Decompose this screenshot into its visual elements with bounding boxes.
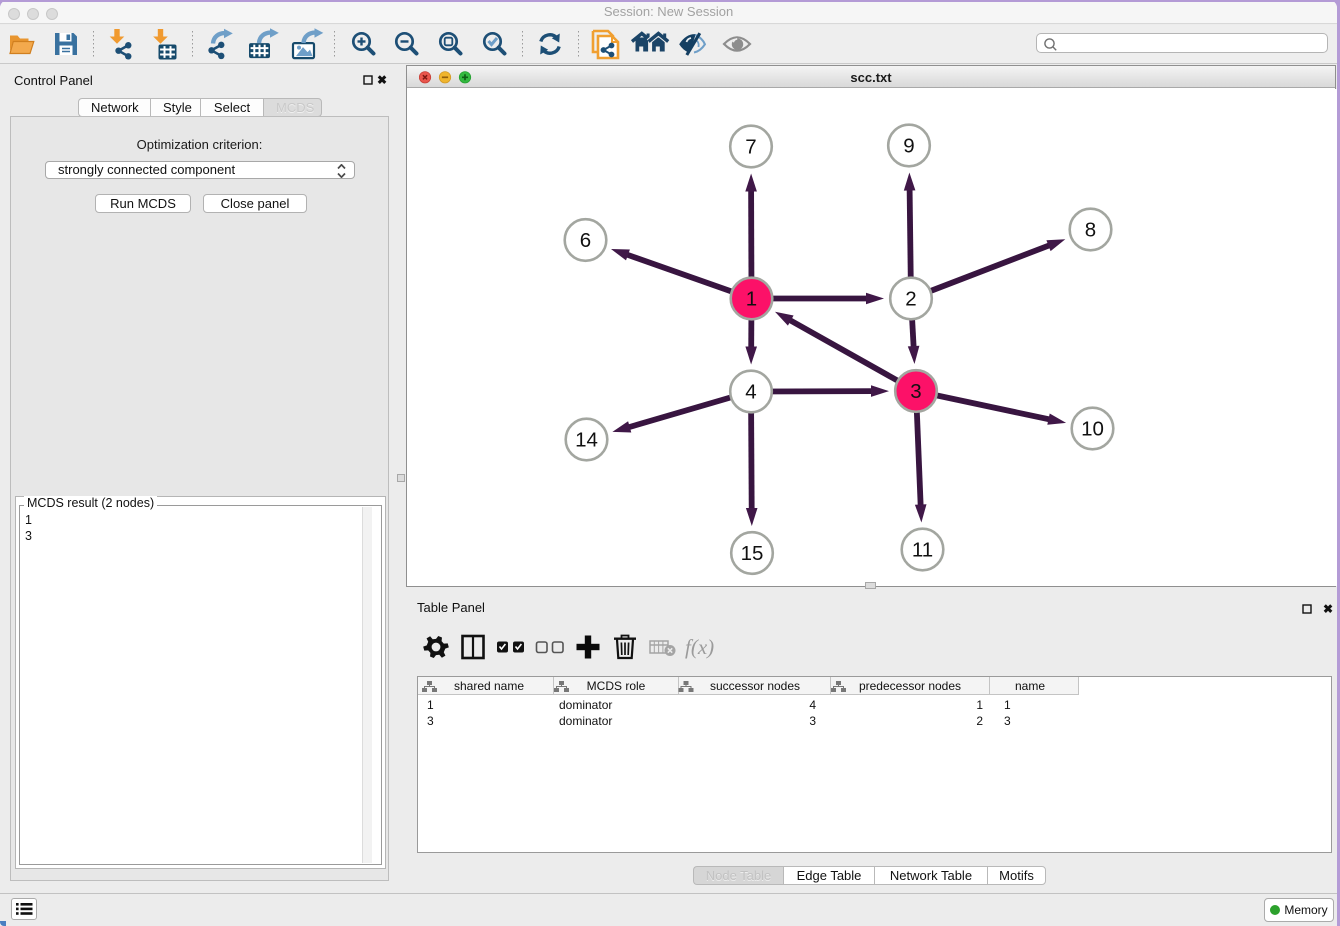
svg-text:2: 2 — [905, 288, 916, 311]
svg-text:1: 1 — [746, 288, 757, 311]
svg-text:14: 14 — [575, 429, 598, 452]
svg-text:11: 11 — [912, 539, 933, 562]
svg-text:MCDS role: MCDS role — [587, 679, 646, 693]
svg-text:15: 15 — [741, 542, 764, 565]
svg-text:predecessor nodes: predecessor nodes — [859, 679, 961, 693]
svg-text:10: 10 — [1081, 418, 1104, 441]
svg-text:f(x): f(x) — [685, 635, 714, 659]
svg-text:shared name: shared name — [454, 679, 524, 693]
svg-text:3: 3 — [910, 380, 921, 403]
svg-text:6: 6 — [580, 229, 591, 252]
svg-text:7: 7 — [745, 136, 756, 159]
svg-text:8: 8 — [1085, 219, 1096, 242]
svg-text:4: 4 — [745, 381, 756, 404]
svg-text:successor nodes: successor nodes — [710, 679, 800, 693]
svg-text:name: name — [1015, 679, 1045, 693]
svg-text:9: 9 — [903, 135, 914, 158]
